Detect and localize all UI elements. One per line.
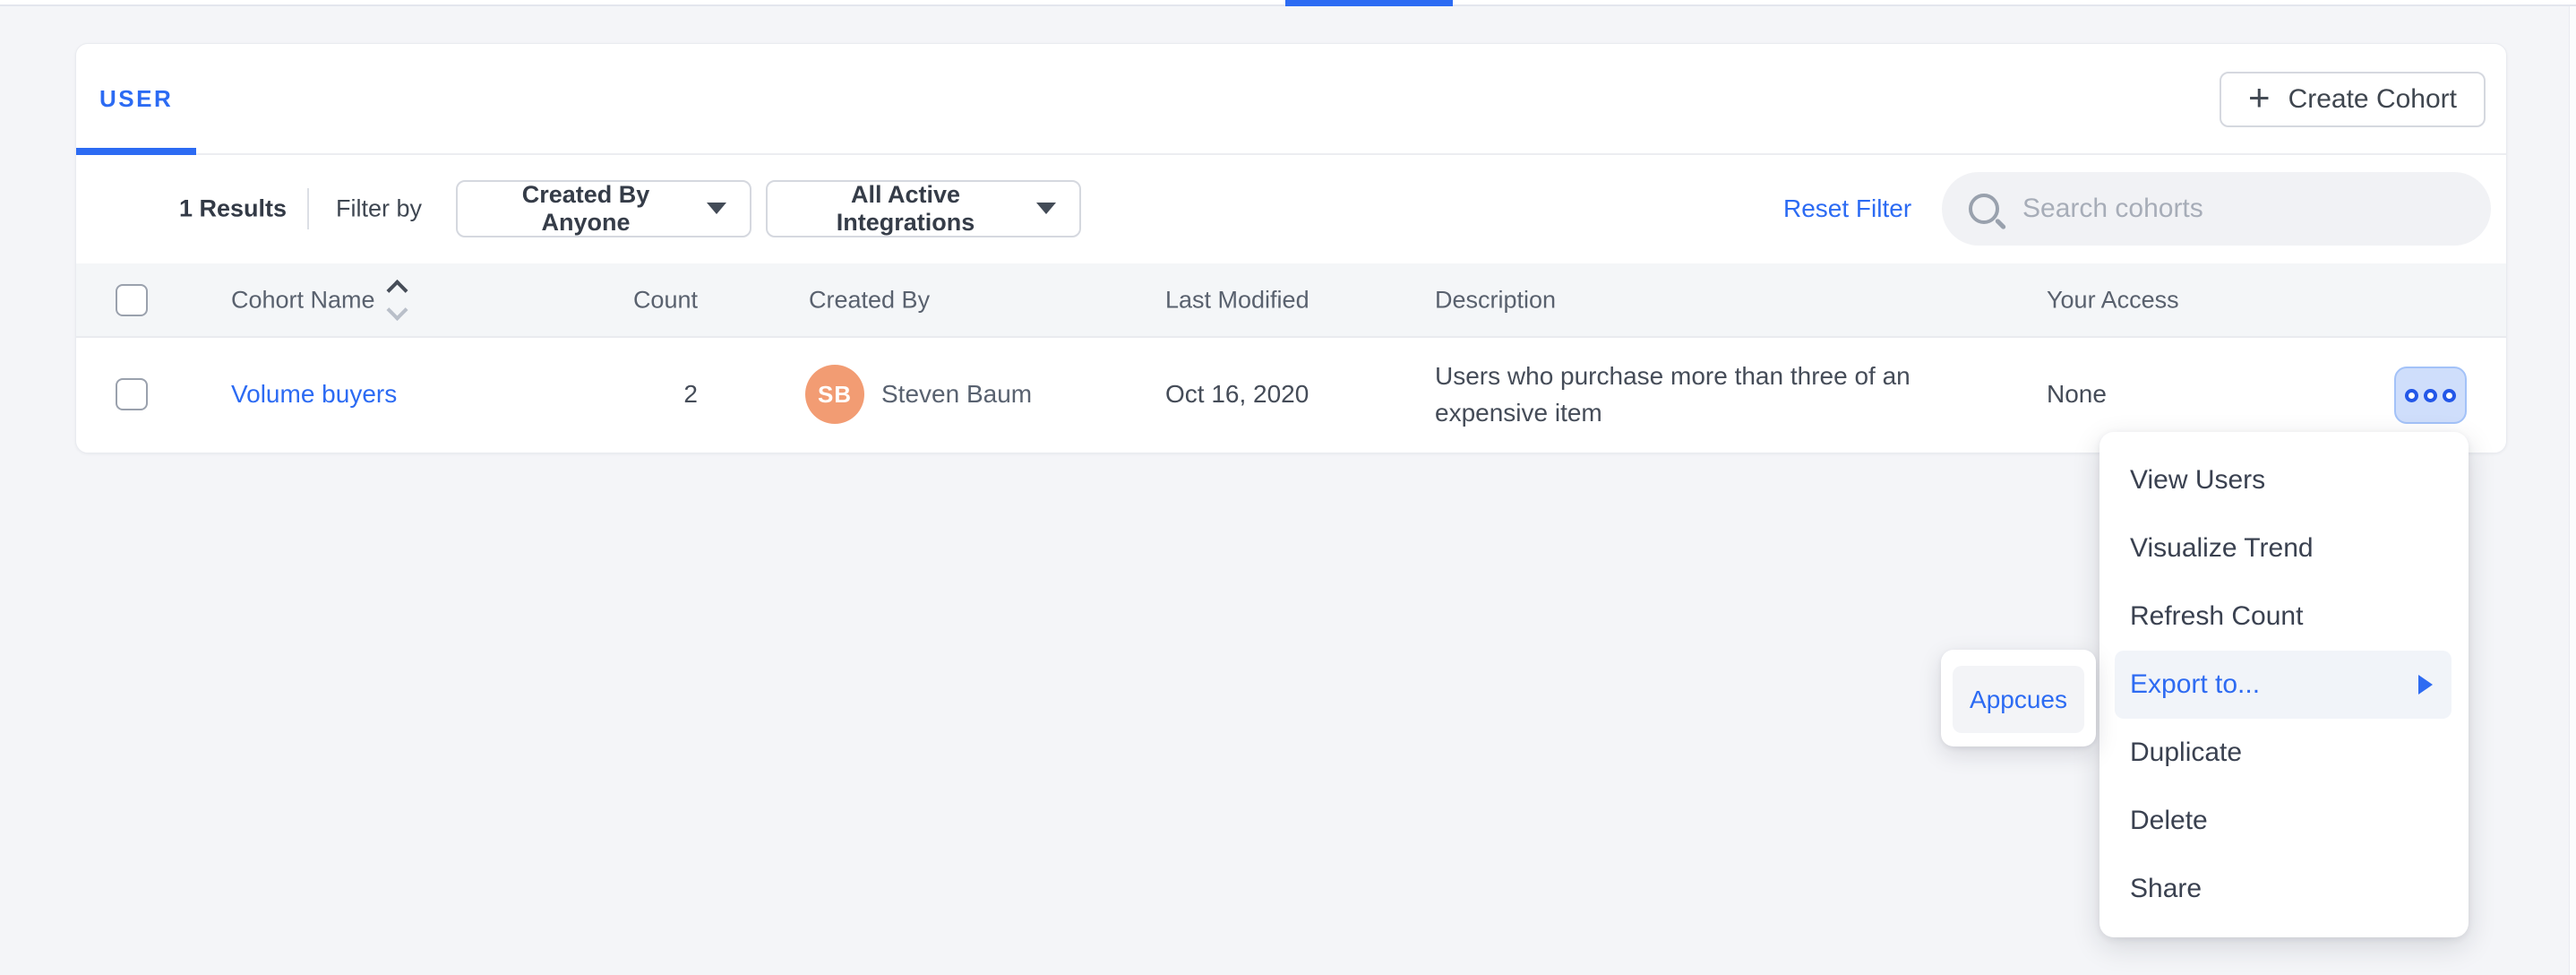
search-input[interactable] — [2021, 193, 2464, 225]
menu-item-label: Export to... — [2130, 669, 2260, 700]
description-line-1: Users who purchase more than three of an — [1435, 358, 1972, 394]
integrations-dropdown[interactable]: All Active Integrations — [766, 180, 1081, 237]
tab-bar: USER + Create Cohort — [76, 44, 2506, 155]
avatar: SB — [805, 365, 864, 424]
menu-item-label: View Users — [2130, 465, 2265, 496]
more-options-icon — [2405, 389, 2418, 402]
submenu-arrow-icon — [2418, 675, 2433, 695]
filter-bar: 1 Results Filter by Created By Anyone Al… — [76, 153, 2506, 263]
created-by-name: Steven Baum — [881, 380, 1032, 409]
filter-by-label: Filter by — [336, 194, 422, 222]
last-modified-date: Oct 16, 2020 — [1165, 380, 1309, 409]
cohorts-card: USER + Create Cohort 1 Results Filter by… — [75, 43, 2507, 453]
menu-item-delete[interactable]: Delete — [2099, 787, 2469, 855]
results-count: 1 Results — [179, 194, 287, 222]
context-menu: View Users Visualize Trend Refresh Count… — [2099, 432, 2469, 937]
chevron-down-icon — [707, 203, 726, 214]
create-cohort-button[interactable]: + Create Cohort — [2220, 72, 2486, 127]
submenu-item-appcues[interactable]: Appcues — [1953, 666, 2084, 733]
menu-item-view-users[interactable]: View Users — [2099, 446, 2469, 514]
menu-item-refresh-count[interactable]: Refresh Count — [2099, 582, 2469, 651]
export-submenu: Appcues — [1941, 650, 2096, 746]
menu-item-visualize-trend[interactable]: Visualize Trend — [2099, 514, 2469, 582]
menu-item-label: Duplicate — [2130, 738, 2242, 768]
your-access-value: None — [2047, 380, 2107, 409]
cohort-name-link[interactable]: Volume buyers — [231, 380, 397, 409]
more-options-button[interactable] — [2394, 367, 2467, 424]
cohort-description: Users who purchase more than three of an… — [1435, 358, 1972, 431]
column-header-cohort-name[interactable]: Cohort Name — [231, 282, 405, 317]
created-by-dropdown-label: Created By Anyone — [481, 181, 691, 237]
search-box — [1942, 172, 2491, 246]
menu-item-label: Delete — [2130, 806, 2208, 836]
menu-item-label: Refresh Count — [2130, 601, 2303, 632]
select-all-checkbox[interactable] — [116, 284, 148, 316]
column-header-last-modified: Last Modified — [1165, 286, 1309, 314]
sort-icon — [390, 282, 405, 317]
description-line-2: expensive item — [1435, 394, 1972, 431]
column-header-count: Count — [506, 286, 698, 314]
created-by-dropdown[interactable]: Created By Anyone — [456, 180, 751, 237]
search-icon — [1969, 194, 1999, 224]
scroll-gutter[interactable] — [2569, 6, 2576, 975]
cohort-count: 2 — [506, 380, 698, 409]
menu-item-export-to[interactable]: Export to... — [2115, 651, 2451, 719]
menu-item-share[interactable]: Share — [2099, 855, 2469, 923]
column-header-your-access: Your Access — [2047, 286, 2179, 314]
divider — [307, 188, 309, 229]
cohorts-screen: USER + Create Cohort 1 Results Filter by… — [0, 0, 2576, 975]
top-nav-strip — [0, 0, 2576, 6]
row-checkbox[interactable] — [116, 378, 148, 410]
integrations-dropdown-label: All Active Integrations — [791, 181, 1020, 237]
cohort-name-header-label: Cohort Name — [231, 286, 375, 314]
menu-item-label: Visualize Trend — [2130, 533, 2314, 564]
menu-item-duplicate[interactable]: Duplicate — [2099, 719, 2469, 787]
table-header-row: Cohort Name Count Created By Last Modifi… — [76, 263, 2506, 338]
create-cohort-label: Create Cohort — [2288, 84, 2457, 115]
tab-user[interactable]: USER — [76, 44, 196, 153]
reset-filter-link[interactable]: Reset Filter — [1783, 194, 1911, 223]
chevron-down-icon — [1036, 203, 1056, 214]
column-header-created-by: Created By — [809, 286, 930, 314]
column-header-description: Description — [1435, 286, 1556, 314]
menu-item-label: Share — [2130, 874, 2202, 904]
active-nav-tab-underline — [1285, 0, 1453, 6]
tab-user-label: USER — [99, 85, 173, 113]
